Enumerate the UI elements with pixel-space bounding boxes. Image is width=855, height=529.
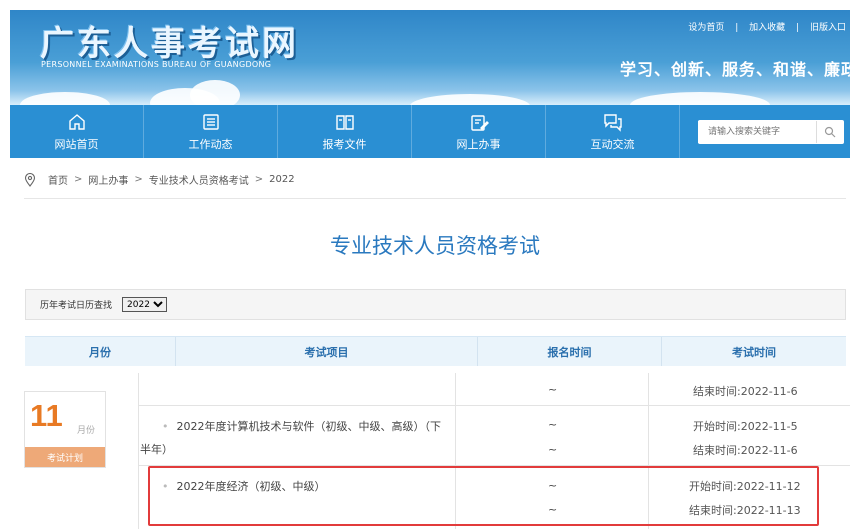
breadcrumb-current: 2022 (269, 174, 295, 185)
top-links: 设为首页 | 加入收藏 | 旧版入口 (684, 20, 850, 33)
nav-item-label: 网站首页 (54, 137, 99, 151)
table-divider (138, 373, 139, 529)
nav-item-label: 互动交流 (590, 137, 635, 151)
location-pin-icon (24, 172, 36, 187)
book-icon (335, 114, 354, 130)
column-header-month: 月份 (25, 337, 176, 366)
header-banner: 广东人事考试网 PERSONNEL EXAMINATIONS BUREAU OF… (10, 10, 850, 105)
nav-item-home[interactable]: 网站首页 (10, 105, 144, 158)
slogan: 学习、创新、服务、和谐、廉政 (620, 60, 850, 79)
cloud-decoration (410, 94, 530, 105)
breadcrumb: 首页 > 网上办事 > 专业技术人员资格考试 > 2022 (24, 172, 295, 187)
breadcrumb-home[interactable]: 首页 (48, 172, 68, 187)
link-separator: | (735, 23, 739, 33)
add-favorite-link[interactable]: 加入收藏 (749, 23, 785, 33)
table-header: 月份 考试项目 报名时间 考试时间 (25, 336, 846, 366)
nav-item-label: 工作动态 (188, 137, 233, 151)
nav-item-label: 报考文件 (322, 137, 367, 151)
signup-time-value: ~ (548, 443, 558, 456)
search-button[interactable] (816, 121, 842, 143)
year-select[interactable]: 2022 (122, 297, 168, 312)
signup-time-value: ~ (548, 383, 558, 396)
nav-item-exam-docs[interactable]: 报考文件 (278, 105, 412, 158)
column-header-exam-time: 考试时间 (732, 345, 776, 359)
project-title[interactable]: 2022年度计算机技术与软件（初级、中级、高级）（下 (177, 420, 442, 433)
column-header-signup-time: 报名时间 (478, 337, 662, 366)
calendar-filter: 历年考试日历查找 2022 (25, 289, 846, 320)
exam-end-time: 结束时间:2022-11-6 (693, 444, 798, 457)
cloud-decoration (190, 80, 240, 105)
page: 广东人事考试网 PERSONNEL EXAMINATIONS BUREAU OF… (0, 0, 855, 529)
nav-item-online-service[interactable]: 网上办事 (412, 105, 546, 158)
breadcrumb-separator: > (254, 174, 264, 185)
month-unit: 月份 (77, 426, 96, 436)
divider (24, 198, 846, 199)
breadcrumb-separator: > (134, 174, 143, 185)
project-title-continued: 半年） (140, 443, 173, 456)
cloud-decoration (20, 92, 110, 105)
exam-plan-tag: 考试计划 (25, 447, 105, 467)
nav-item-label: 网上办事 (456, 137, 501, 151)
old-version-link[interactable]: 旧版入口 (810, 23, 846, 33)
link-separator: | (796, 23, 800, 33)
cloud-decoration (630, 92, 770, 105)
table-row-project[interactable]: • 2022年度计算机技术与软件（初级、中级、高级）（下 (162, 418, 441, 434)
list-icon (202, 113, 219, 130)
breadcrumb-online-service[interactable]: 网上办事 (88, 172, 128, 187)
nav-item-interaction[interactable]: 互动交流 (546, 105, 680, 158)
main-nav: 网站首页 工作动态 报考文件 网上办事 互动交流 (10, 105, 850, 158)
bullet-icon: • (162, 420, 169, 433)
set-homepage-link[interactable]: 设为首页 (688, 23, 724, 33)
highlight-box (148, 466, 819, 526)
home-icon (68, 113, 85, 130)
breadcrumb-professional-exam[interactable]: 专业技术人员资格考试 (149, 172, 249, 187)
month-number: 11 (30, 398, 63, 433)
search-box (698, 120, 844, 144)
site-logo-english: PERSONNEL EXAMINATIONS BUREAU OF GUANGDO… (41, 60, 272, 69)
search-input[interactable] (698, 121, 816, 143)
clipboard-edit-icon (470, 114, 489, 131)
table-divider (138, 405, 850, 406)
filter-label: 历年考试日历查找 (40, 301, 113, 311)
page-title: 专业技术人员资格考试 (330, 234, 540, 258)
column-header-project: 考试项目 (176, 337, 478, 366)
site-logo[interactable]: 广东人事考试网 (40, 16, 299, 65)
chat-icon (603, 113, 622, 132)
exam-end-time: 结束时间:2022-11-6 (693, 385, 798, 398)
exam-start-time: 开始时间:2022-11-5 (693, 420, 798, 433)
breadcrumb-separator: > (74, 174, 83, 185)
nav-item-work-news[interactable]: 工作动态 (144, 105, 278, 158)
search-icon (824, 126, 835, 138)
month-calendar-card: 11 月份 考试计划 (24, 391, 106, 468)
signup-time-value: ~ (548, 418, 558, 431)
